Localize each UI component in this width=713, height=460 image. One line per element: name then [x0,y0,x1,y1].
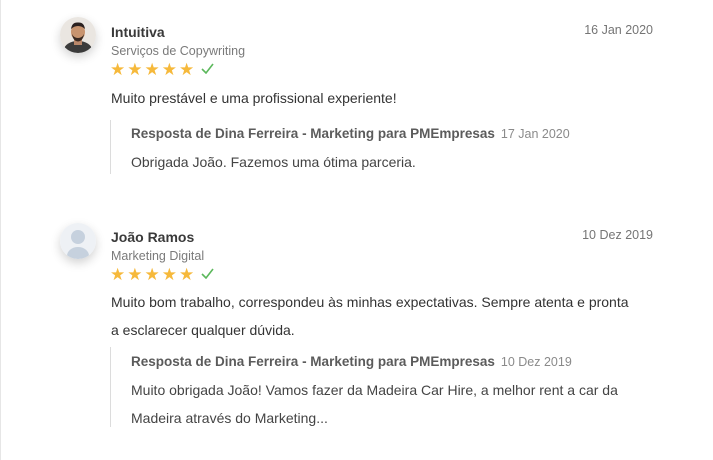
review-text: Muito bom trabalho, correspondeu às minh… [111,294,629,338]
reply-date: 17 Jan 2020 [500,127,570,141]
reply-header: Resposta de Dina Ferreira - Marketing pa… [131,125,651,143]
reply-header: Resposta de Dina Ferreira - Marketing pa… [131,353,651,371]
star-icon: ★ [144,60,160,79]
check-icon [201,61,214,79]
review-author[interactable]: João Ramos [111,229,194,245]
reply-text: Muito obrigada João! Vamos fazer da Made… [131,382,618,426]
review-service: Serviços de Copywriting [111,44,246,58]
review-date: 16 Jan 2020 [584,23,653,37]
review-author[interactable]: Intuitiva [111,24,165,40]
star-icon: ★ [127,60,143,79]
review-text: Muito prestável e uma profissional exper… [111,90,397,106]
owner-reply: Resposta de Dina Ferreira - Marketing pa… [110,120,651,174]
reply-title: Resposta de Dina Ferreira - Marketing pa… [131,126,495,141]
star-icon: ★ [127,265,143,284]
avatar-photo[interactable] [60,17,96,53]
star-icon: ★ [110,265,126,284]
star-icon: ★ [179,60,195,79]
reply-title: Resposta de Dina Ferreira - Marketing pa… [131,354,495,369]
star-icon: ★ [110,60,126,79]
owner-reply: Resposta de Dina Ferreira - Marketing pa… [110,347,651,427]
star-icon: ★ [161,265,177,284]
reply-text: Obrigada João. Fazemos uma ótima parceri… [131,154,416,170]
rating-stars: ★ ★ ★ ★ ★ [110,61,214,79]
rating-stars: ★ ★ ★ ★ ★ [110,266,214,284]
star-icon: ★ [161,60,177,79]
review-date: 10 Dez 2019 [582,228,653,242]
page-left-border [0,0,1,460]
review-service: Marketing Digital [111,249,205,263]
reply-date: 10 Dez 2019 [500,355,572,369]
check-icon [201,266,214,284]
avatar-placeholder[interactable] [60,223,96,259]
star-icon: ★ [179,265,195,284]
star-icon: ★ [144,265,160,284]
